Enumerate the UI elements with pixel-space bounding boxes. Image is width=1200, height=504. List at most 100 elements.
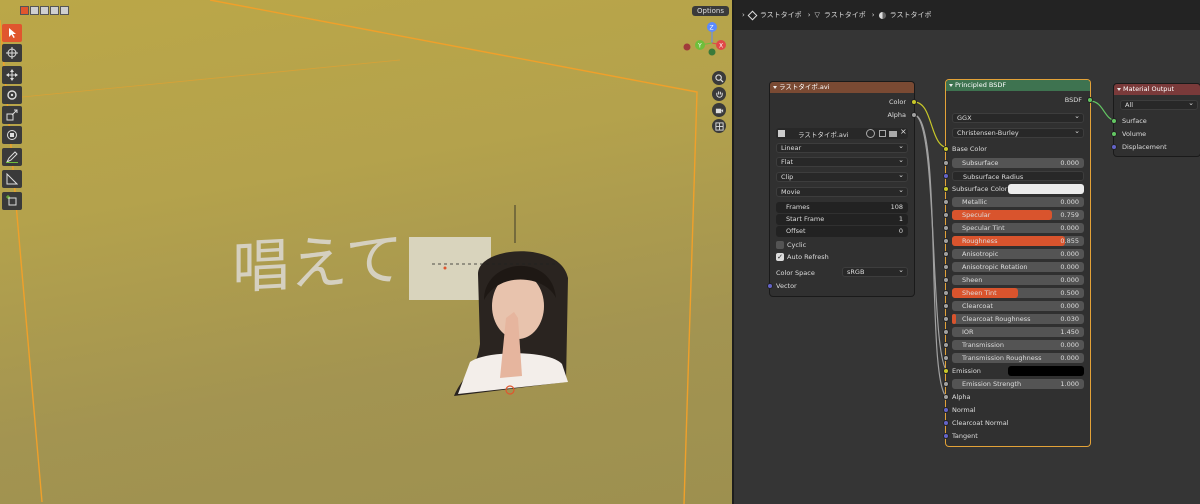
bsdf-input-socket[interactable] bbox=[943, 225, 949, 231]
subsurface-color-swatch[interactable] bbox=[1008, 184, 1084, 194]
annotate-tool-button[interactable] bbox=[2, 148, 22, 166]
bsdf-input-socket[interactable] bbox=[943, 381, 949, 387]
rotate-tool-button[interactable] bbox=[2, 86, 22, 104]
bsdf-input-socket[interactable] bbox=[943, 251, 949, 257]
bsdf-input-socket[interactable] bbox=[943, 433, 949, 439]
bsdf-field[interactable]: Anisotropic 0.000 bbox=[952, 249, 1084, 259]
cyclic-checkbox[interactable] bbox=[776, 241, 784, 249]
camera-view-button[interactable] bbox=[712, 103, 726, 117]
principled-bsdf-node[interactable]: Principled BSDF BSDF GGX Christensen-Bur… bbox=[943, 80, 1093, 446]
crosshair-icon bbox=[6, 47, 18, 59]
frames-field[interactable]: Frames 108 bbox=[776, 202, 908, 213]
bsdf-input-socket[interactable] bbox=[943, 173, 949, 179]
output-color-socket[interactable] bbox=[911, 99, 917, 105]
bsdf-input-socket[interactable] bbox=[943, 316, 949, 322]
bsdf-input-socket[interactable] bbox=[943, 212, 949, 218]
bsdf-field[interactable]: Subsurface 0.000 bbox=[952, 158, 1084, 168]
add-cube-tool-button[interactable] bbox=[2, 192, 22, 210]
transform-tool-button[interactable] bbox=[2, 126, 22, 144]
mode-button[interactable] bbox=[20, 6, 29, 15]
bsdf-field[interactable]: Emission Strength 1.000 bbox=[952, 379, 1084, 389]
zoom-button[interactable] bbox=[712, 71, 726, 85]
bsdf-field[interactable]: Transmission Roughness 0.000 bbox=[952, 353, 1084, 363]
bsdf-field[interactable]: Subsurface Radius bbox=[952, 171, 1084, 181]
output-node-title[interactable]: Material Output bbox=[1114, 84, 1200, 95]
bsdf-input-socket[interactable] bbox=[943, 290, 949, 296]
base-color-socket[interactable] bbox=[943, 146, 949, 152]
bsdf-input-socket[interactable] bbox=[943, 277, 949, 283]
bsdf-input-socket[interactable] bbox=[943, 407, 949, 413]
bsdf-field[interactable]: Specular 0.759 bbox=[952, 210, 1084, 220]
image-selector[interactable]: ラストタイポ.avi × bbox=[776, 127, 908, 139]
offset-field[interactable]: Offset 0 bbox=[776, 226, 908, 237]
move-tool-button[interactable] bbox=[2, 66, 22, 84]
emission-color-swatch[interactable] bbox=[1008, 366, 1084, 376]
bsdf-input-socket[interactable] bbox=[943, 199, 949, 205]
mode-button[interactable] bbox=[40, 6, 49, 15]
duplicate-icon[interactable] bbox=[879, 130, 886, 137]
source-dropdown[interactable]: Movie bbox=[776, 186, 908, 197]
bsdf-input-socket[interactable] bbox=[943, 368, 949, 374]
bsdf-input-socket[interactable] bbox=[943, 264, 949, 270]
interpolation-dropdown[interactable]: Linear bbox=[776, 142, 908, 153]
material-output-node[interactable]: Material Output All Surface Volume Displ… bbox=[1111, 84, 1200, 156]
bsdf-input-socket[interactable] bbox=[943, 420, 949, 426]
output-alpha-socket[interactable] bbox=[911, 112, 917, 118]
bsdf-field[interactable]: Anisotropic Rotation 0.000 bbox=[952, 262, 1084, 272]
folder-icon[interactable] bbox=[889, 131, 897, 137]
scale-tool-button[interactable] bbox=[2, 106, 22, 124]
fake-user-icon[interactable] bbox=[866, 129, 875, 138]
mode-buttons[interactable] bbox=[20, 6, 69, 15]
3d-viewport[interactable]: 唱えて Z X Y Options bbox=[0, 0, 732, 504]
bsdf-input-socket[interactable] bbox=[943, 394, 949, 400]
surface-socket[interactable] bbox=[1111, 118, 1117, 124]
input-vector-socket[interactable] bbox=[767, 283, 773, 289]
pan-button[interactable] bbox=[712, 87, 726, 101]
bsdf-field[interactable]: Metallic 0.000 bbox=[952, 197, 1084, 207]
image-node-title[interactable]: ラストタイポ.avi bbox=[770, 82, 914, 93]
bsdf-field[interactable]: Specular Tint 0.000 bbox=[952, 223, 1084, 233]
subsurface-method-dropdown[interactable]: Christensen-Burley bbox=[952, 127, 1084, 138]
bsdf-input-socket[interactable] bbox=[943, 329, 949, 335]
bsdf-input-socket[interactable] bbox=[943, 238, 949, 244]
image-name[interactable]: ラストタイポ.avi bbox=[798, 129, 849, 139]
bsdf-input-socket[interactable] bbox=[943, 355, 949, 361]
mode-button[interactable] bbox=[30, 6, 39, 15]
bsdf-field[interactable]: Sheen 0.000 bbox=[952, 275, 1084, 285]
close-icon[interactable]: × bbox=[900, 127, 907, 136]
select-tool-button[interactable] bbox=[2, 24, 22, 42]
bsdf-field[interactable]: IOR 1.450 bbox=[952, 327, 1084, 337]
bsdf-field[interactable]: Sheen Tint 0.500 bbox=[952, 288, 1084, 298]
distribution-dropdown[interactable]: GGX bbox=[952, 112, 1084, 123]
options-button[interactable]: Options bbox=[692, 6, 730, 16]
start-frame-field[interactable]: Start Frame 1 bbox=[776, 214, 908, 225]
displacement-socket[interactable] bbox=[1111, 144, 1117, 150]
output-bsdf-socket[interactable] bbox=[1087, 97, 1093, 103]
mode-button[interactable] bbox=[50, 6, 59, 15]
mode-button[interactable] bbox=[60, 6, 69, 15]
bsdf-input-socket[interactable] bbox=[943, 303, 949, 309]
start-frame-value: 1 bbox=[898, 215, 903, 223]
measure-tool-button[interactable] bbox=[2, 170, 22, 188]
bsdf-field[interactable]: Clearcoat Roughness 0.030 bbox=[952, 314, 1084, 324]
bsdf-input-socket[interactable] bbox=[943, 160, 949, 166]
gizmo-z-label: Z bbox=[710, 25, 714, 32]
bsdf-field-value: 0.000 bbox=[1060, 224, 1079, 232]
extension-dropdown[interactable]: Clip bbox=[776, 171, 908, 182]
color-space-dropdown[interactable]: sRGB bbox=[842, 266, 908, 277]
bsdf-node-title[interactable]: Principled BSDF bbox=[946, 80, 1090, 91]
bsdf-field-value: 0.500 bbox=[1060, 289, 1079, 297]
cursor-tool-button[interactable] bbox=[2, 44, 22, 62]
target-dropdown[interactable]: All bbox=[1120, 99, 1198, 110]
perspective-toggle-button[interactable] bbox=[712, 119, 726, 133]
bsdf-input-socket[interactable] bbox=[943, 186, 949, 192]
bsdf-field[interactable]: Clearcoat 0.000 bbox=[952, 301, 1084, 311]
bsdf-field[interactable]: Transmission 0.000 bbox=[952, 340, 1084, 350]
shader-editor[interactable]: › ラストタイポ › ▽ ラストタイポ › ラストタイポ ラストタイポ.avi Colo… bbox=[734, 0, 1200, 504]
volume-socket[interactable] bbox=[1111, 131, 1117, 137]
projection-dropdown[interactable]: Flat bbox=[776, 156, 908, 167]
bsdf-input-socket[interactable] bbox=[943, 342, 949, 348]
auto-refresh-checkbox[interactable]: ✓ bbox=[776, 253, 784, 261]
bsdf-field[interactable]: Roughness 0.855 bbox=[952, 236, 1084, 246]
image-texture-node[interactable]: ラストタイポ.avi Color Alpha ラストタイポ.avi × Line… bbox=[767, 82, 917, 296]
